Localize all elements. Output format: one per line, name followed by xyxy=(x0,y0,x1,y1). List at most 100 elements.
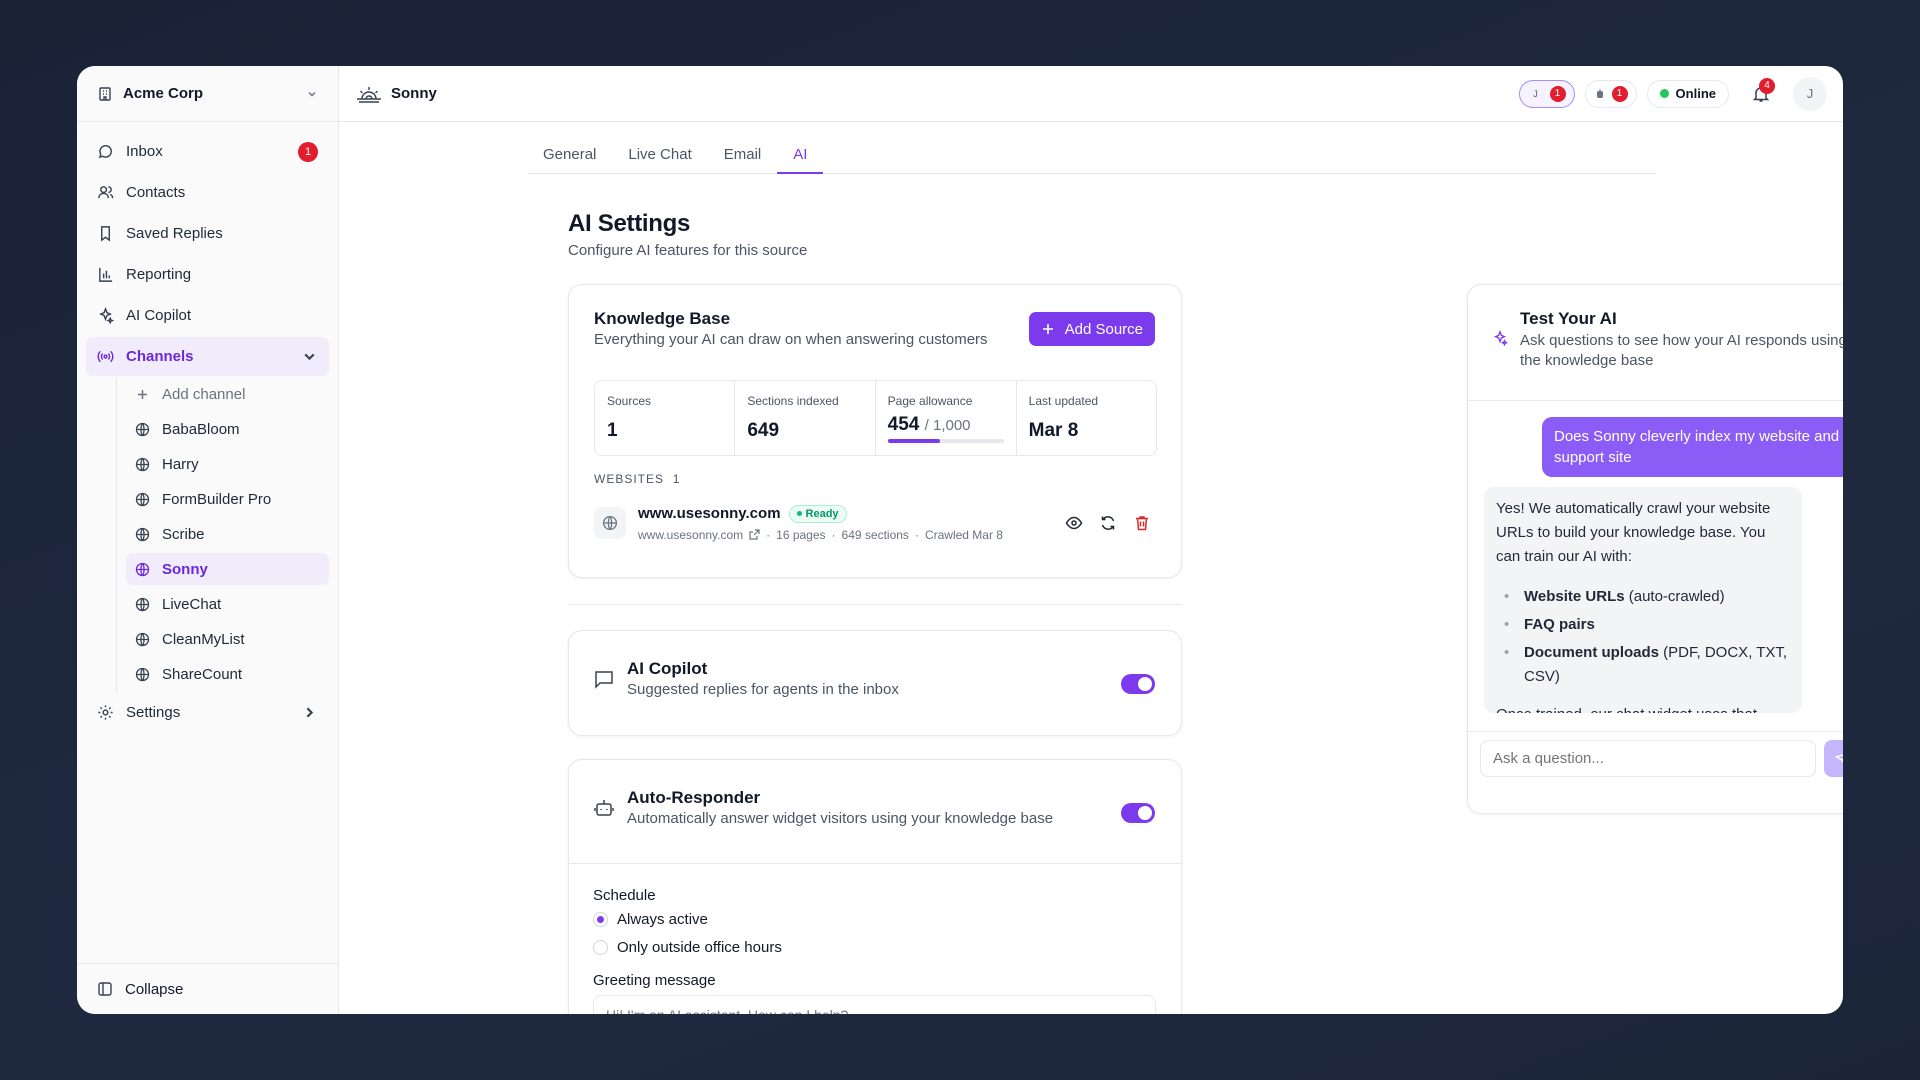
bullet-bold: Website URLs xyxy=(1524,588,1625,605)
channel-item[interactable]: CleanMyList xyxy=(126,623,329,655)
tab-ai[interactable]: AI xyxy=(777,138,824,174)
gear-icon xyxy=(98,705,113,720)
sparkles-icon xyxy=(98,307,114,324)
add-channel-button[interactable]: Add channel xyxy=(126,378,329,410)
message-circle-icon xyxy=(98,145,112,159)
bot-pill[interactable]: 1 xyxy=(1584,79,1637,108)
kb-title: Knowledge Base xyxy=(594,309,731,328)
greeting-input[interactable] xyxy=(593,995,1156,1014)
stat-value: 454 / 1,000 xyxy=(888,414,1004,436)
channel-item[interactable]: ShareCount xyxy=(126,658,329,690)
schedule-option-label: Only outside office hours xyxy=(617,939,782,956)
nav-ai-copilot[interactable]: AI Copilot xyxy=(86,296,329,335)
schedule-option-outside-hours[interactable]: Only outside office hours xyxy=(593,939,782,956)
allowance-used: 454 xyxy=(887,414,920,435)
chat-footer-divider xyxy=(1468,731,1843,732)
bot-outro: Once trained, our chat widget uses that xyxy=(1496,703,1790,713)
channel-item-active[interactable]: Sonny xyxy=(126,553,329,585)
refresh-icon[interactable] xyxy=(1099,514,1117,532)
radio-unselected[interactable] xyxy=(593,940,608,955)
globe-icon xyxy=(135,457,150,471)
allowance-progress-bar xyxy=(887,439,1004,443)
auto-responder-text: Auto-Responder Automatically answer widg… xyxy=(627,788,1053,827)
send-button[interactable] xyxy=(1824,740,1843,777)
assigned-pill[interactable]: J 1 xyxy=(1518,79,1575,108)
bullet-bold: Document uploads xyxy=(1524,644,1660,661)
nav-reporting[interactable]: Reporting xyxy=(86,255,329,294)
nav-settings[interactable]: Settings xyxy=(86,693,329,732)
bot-bullet-list: Website URLs (auto-crawled) FAQ pairs Do… xyxy=(1496,585,1790,689)
channel-title: Sonny xyxy=(355,84,437,104)
user-avatar[interactable]: J xyxy=(1793,76,1827,111)
users-icon xyxy=(98,186,114,199)
globe-icon xyxy=(135,667,150,681)
bot-bullet: FAQ pairs xyxy=(1496,613,1790,637)
nav-settings-label: Settings xyxy=(126,704,181,721)
kb-header: Knowledge Base Everything your AI can dr… xyxy=(594,309,988,348)
add-source-button[interactable]: Add Source xyxy=(1028,312,1155,346)
auto-responder-desc: Automatically answer widget visitors usi… xyxy=(627,810,1054,827)
radio-selected[interactable] xyxy=(593,912,608,927)
schedule-option-label: Always active xyxy=(617,911,708,928)
channel-item[interactable]: Scribe xyxy=(126,518,329,550)
add-channel-label: Add channel xyxy=(162,385,246,403)
plus-icon xyxy=(1042,324,1053,334)
tab-email[interactable]: Email xyxy=(708,138,778,174)
stat-sections: Sections indexed 649 xyxy=(735,381,876,455)
nav-contacts-label: Contacts xyxy=(126,184,186,201)
trash-icon[interactable] xyxy=(1133,514,1151,532)
sidebar: Acme Corp Inbox 1 Contacts Saved Replies… xyxy=(77,66,339,1014)
nav-saved-replies[interactable]: Saved Replies xyxy=(86,214,329,253)
nav-inbox[interactable]: Inbox 1 xyxy=(86,132,329,171)
notifications-button[interactable]: 4 xyxy=(1745,77,1777,110)
greeting-label: Greeting message xyxy=(593,972,716,989)
schedule-option-always[interactable]: Always active xyxy=(593,911,708,928)
test-ai-header: Test Your AI Ask questions to see how yo… xyxy=(1468,285,1843,401)
add-source-label: Add Source xyxy=(1064,320,1143,338)
bookmark-icon xyxy=(101,226,110,242)
app-window: Acme Corp Inbox 1 Contacts Saved Replies… xyxy=(77,66,1843,1014)
page-title: AI Settings xyxy=(568,210,691,237)
websites-caption: WEBSITES 1 xyxy=(594,472,680,486)
nav-ai-copilot-label: AI Copilot xyxy=(126,307,192,324)
sunrise-icon xyxy=(357,86,381,103)
sidebar-panel-icon xyxy=(98,982,112,996)
tab-general[interactable]: General xyxy=(527,138,612,174)
bot-bullet: Document uploads (PDF, DOCX, TXT, CSV) xyxy=(1496,641,1790,689)
channel-label: BabaBloom xyxy=(162,420,240,438)
channel-item[interactable]: FormBuilder Pro xyxy=(126,483,329,515)
stat-label: Sources xyxy=(607,394,652,408)
message-square-icon xyxy=(595,671,613,689)
status-label: Online xyxy=(1675,86,1716,101)
channel-name: Sonny xyxy=(391,85,437,102)
channel-item[interactable]: Harry xyxy=(126,448,329,480)
external-link-icon[interactable] xyxy=(749,529,760,540)
ask-question-input[interactable] xyxy=(1480,740,1816,777)
workspace-switcher[interactable]: Acme Corp xyxy=(77,66,338,122)
bullet-bold: FAQ pairs xyxy=(1524,616,1595,633)
collapse-sidebar-button[interactable]: Collapse xyxy=(77,963,338,1014)
nav-channels[interactable]: Channels xyxy=(86,337,329,376)
channel-item[interactable]: LiveChat xyxy=(126,588,329,620)
website-meta: www.usesonny.com · 16 pages · 649 sectio… xyxy=(638,528,1003,542)
test-ai-text: Test Your AI Ask questions to see how yo… xyxy=(1520,309,1843,371)
online-dot-icon xyxy=(1659,89,1669,98)
collapse-label: Collapse xyxy=(125,980,184,998)
website-url-link[interactable]: www.usesonny.com xyxy=(638,528,743,542)
channel-label: ShareCount xyxy=(162,665,243,683)
website-sections: 649 sections xyxy=(841,527,909,542)
channel-label: LiveChat xyxy=(162,595,222,613)
nav-contacts[interactable]: Contacts xyxy=(86,173,329,212)
channel-item[interactable]: BabaBloom xyxy=(126,413,329,445)
eye-icon[interactable] xyxy=(1065,514,1083,532)
status-toggle[interactable]: Online xyxy=(1646,79,1729,108)
building-icon xyxy=(99,86,111,101)
status-badge-label: Ready xyxy=(805,507,839,520)
tab-live-chat[interactable]: Live Chat xyxy=(612,138,707,174)
knowledge-base-card: Knowledge Base Everything your AI can dr… xyxy=(568,284,1182,578)
globe-icon xyxy=(135,562,150,576)
globe-icon xyxy=(135,422,150,436)
kb-stats: Sources 1 Sections indexed 649 Page allo… xyxy=(594,380,1157,456)
ai-copilot-toggle[interactable] xyxy=(1121,674,1155,694)
auto-responder-toggle[interactable] xyxy=(1121,803,1155,823)
